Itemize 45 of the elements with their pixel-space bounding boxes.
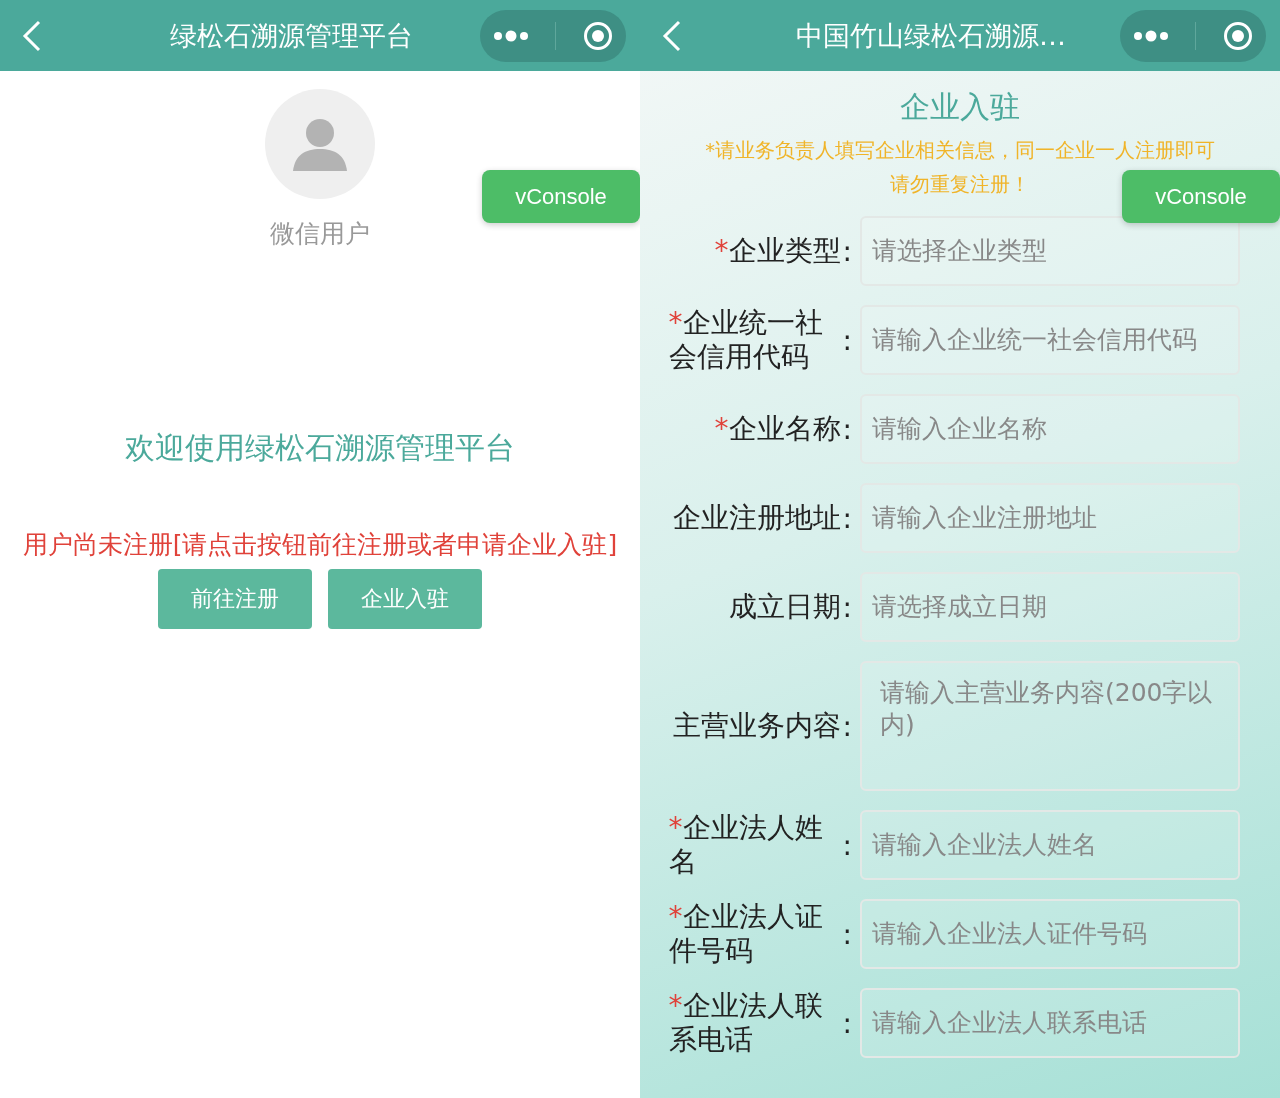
close-icon[interactable] [1222, 20, 1253, 51]
window-title: 绿松石溯源管理平台 [168, 18, 414, 53]
colon: : [842, 501, 852, 535]
field-label: *企业法人姓名 [668, 811, 824, 879]
field-label: 主营业务内容 [672, 709, 841, 743]
input-field[interactable]: 请输入企业名称 [860, 394, 1240, 464]
colon: : [842, 590, 852, 624]
action-button[interactable]: 企业入驻 [328, 569, 482, 629]
page-heading: 企业入驻 [899, 88, 1021, 126]
colon: : [842, 917, 852, 951]
input-field[interactable]: 请输入企业法人联系电话 [860, 988, 1240, 1058]
more-icon[interactable] [1133, 29, 1170, 42]
colon: : [842, 1006, 852, 1040]
colon: : [842, 709, 852, 743]
field-label: *企业名称 [714, 412, 841, 446]
colon: : [842, 828, 852, 862]
field-label: *企业法人证件号码 [668, 900, 824, 968]
user-name: 微信用户 [270, 218, 370, 250]
select-field[interactable]: 请选择成立日期 [860, 572, 1240, 642]
text-area[interactable]: 请输入主营业务内容(200字以内) [860, 661, 1240, 791]
action-button[interactable]: 前往注册 [158, 569, 312, 629]
more-icon[interactable] [493, 29, 530, 42]
close-icon[interactable] [582, 20, 613, 51]
colon: : [842, 234, 852, 268]
colon: : [842, 412, 852, 446]
field-label: *企业统一社会信用代码 [668, 306, 824, 374]
back-icon[interactable] [22, 19, 42, 52]
input-field[interactable]: 请输入企业注册地址 [860, 483, 1240, 553]
notice-text: 用户尚未注册[请点击按钮前往注册或者申请企业入驻] [22, 529, 618, 561]
colon: : [842, 323, 852, 357]
input-field[interactable]: 请输入企业法人姓名 [860, 810, 1240, 880]
field-label: 企业注册地址 [672, 501, 841, 535]
field-label: *企业类型 [714, 234, 841, 268]
select-field[interactable]: 请选择企业类型 [860, 216, 1240, 286]
window-title: 中国竹山绿松石溯源… [795, 18, 1067, 53]
welcome-text: 欢迎使用绿松石溯源管理平台 [125, 429, 515, 467]
input-field[interactable]: 请输入企业法人证件号码 [860, 899, 1240, 969]
vconsole-button[interactable]: vConsole [1122, 170, 1280, 223]
notice-text: *请业务负责人填写企业相关信息，同一企业一人注册即可 [705, 138, 1215, 164]
field-label: *企业法人联系电话 [668, 989, 824, 1057]
input-field[interactable]: 请输入企业统一社会信用代码 [860, 305, 1240, 375]
notice-text: 请勿重复注册！ [890, 172, 1030, 198]
vconsole-button[interactable]: vConsole [482, 170, 640, 223]
back-icon[interactable] [662, 19, 682, 52]
field-label: 成立日期 [728, 590, 841, 624]
